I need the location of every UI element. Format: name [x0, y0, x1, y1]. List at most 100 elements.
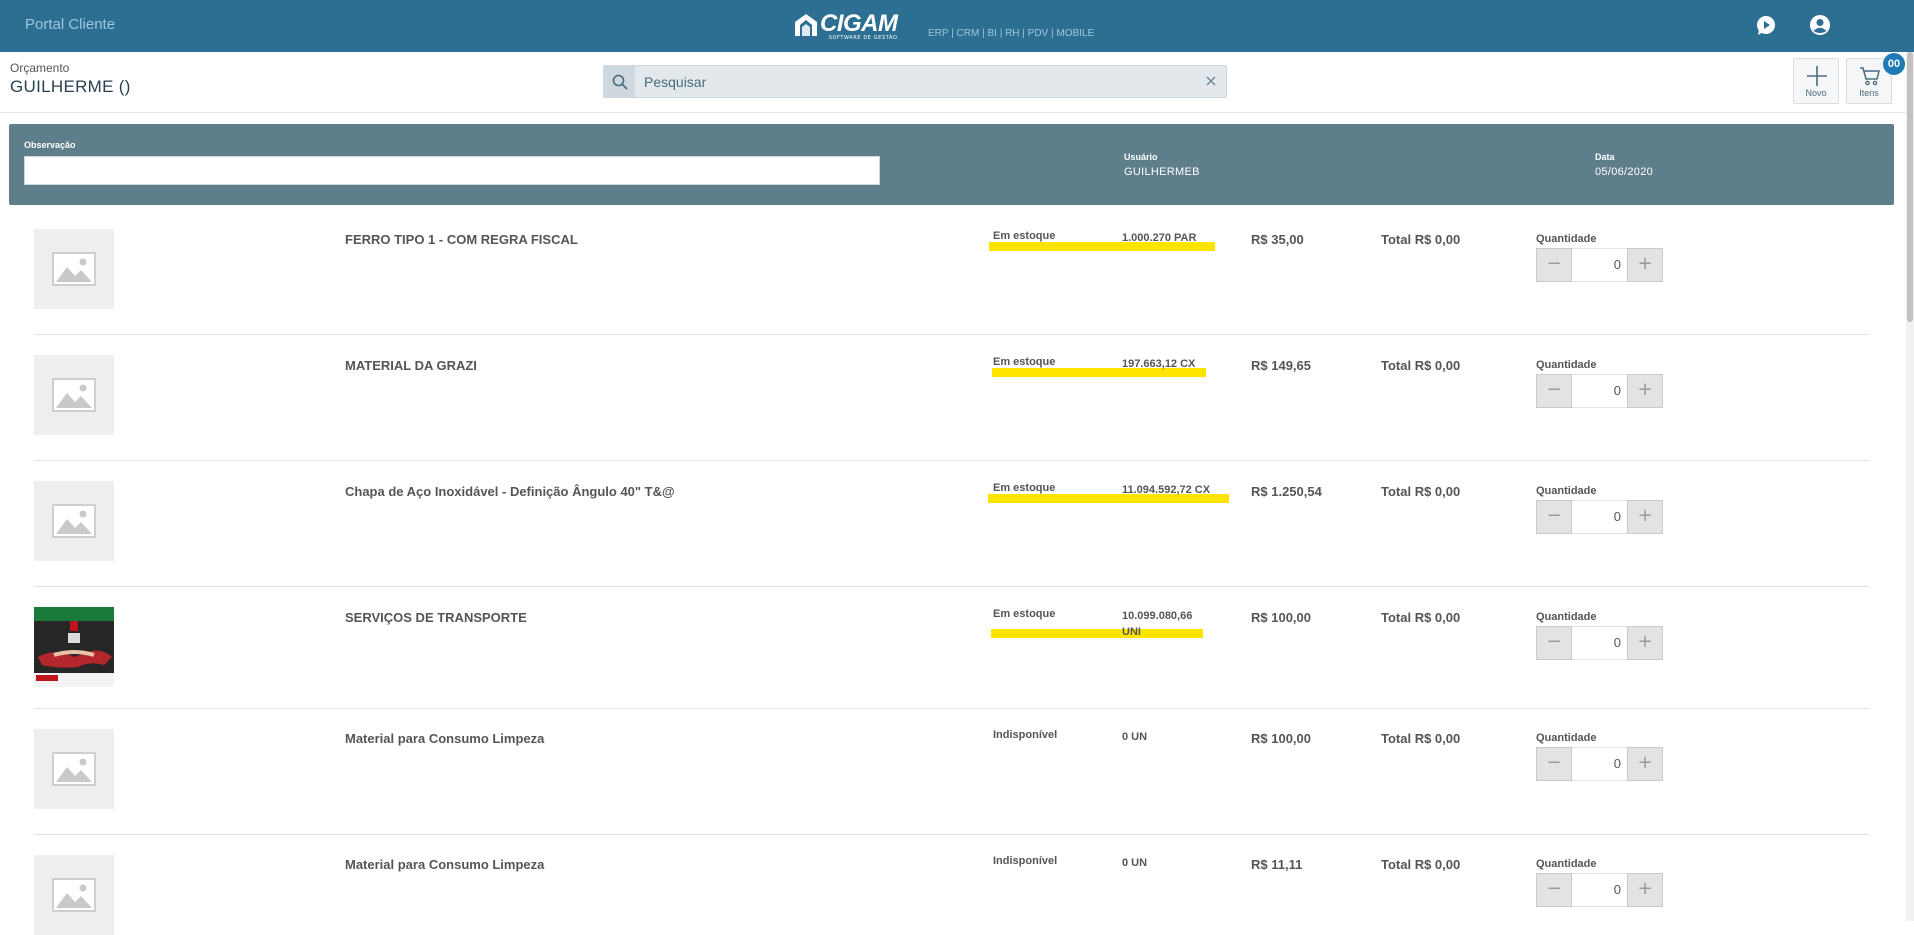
logo-mark-icon [795, 14, 817, 36]
usuario-label: Usuário [1124, 152, 1158, 162]
increase-button[interactable]: + [1627, 873, 1663, 907]
user-icon[interactable] [1809, 14, 1831, 36]
search-button[interactable] [604, 66, 635, 97]
scrollbar-thumb[interactable] [1907, 52, 1913, 322]
product-list: FERRO TIPO 1 - COM REGRA FISCAL Em estoq… [9, 218, 1894, 935]
decrease-button[interactable]: − [1536, 248, 1572, 282]
usuario-value: GUILHERMEB [1124, 166, 1200, 178]
quantity-value[interactable]: 0 [1572, 873, 1627, 907]
logo-word: CIGAM [820, 10, 898, 37]
stock-quantity: 0 UN [1122, 731, 1148, 743]
observacao-label: Observação [24, 140, 76, 150]
itens-label: Itens [1859, 88, 1879, 98]
stock-status: Em estoque [993, 230, 1056, 242]
product-row: FERRO TIPO 1 - COM REGRA FISCAL Em estoq… [34, 218, 1869, 335]
product-thumbnail[interactable] [34, 855, 114, 935]
increase-button[interactable]: + [1627, 374, 1663, 408]
product-row: Material para Consumo Limpeza Indisponív… [34, 834, 1869, 935]
portal-title[interactable]: Portal Cliente [25, 16, 115, 33]
order-info-panel: Observação Usuário GUILHERMEB Data 05/06… [9, 124, 1894, 205]
product-name[interactable]: FERRO TIPO 1 - COM REGRA FISCAL [345, 232, 578, 247]
plus-icon [1807, 66, 1827, 86]
product-row: Material para Consumo Limpeza Indisponív… [34, 708, 1869, 835]
product-photo[interactable] [34, 607, 114, 687]
product-total: Total R$ 0,00 [1381, 358, 1461, 373]
stock-quantity: 0 UN [1122, 857, 1148, 869]
quantity-label: Quantidade [1536, 233, 1597, 245]
transport-photo-icon [34, 607, 114, 687]
quantity-value[interactable]: 0 [1572, 747, 1627, 781]
quantity-value[interactable]: 0 [1572, 374, 1627, 408]
stock-status: Indisponível [993, 729, 1058, 741]
increase-button[interactable]: + [1627, 500, 1663, 534]
close-icon[interactable] [1204, 74, 1218, 88]
cigam-logo[interactable]: CIGAM SOFTWARE DE GESTÃO [795, 10, 898, 41]
decrease-button[interactable]: − [1536, 747, 1572, 781]
quantity-value[interactable]: 0 [1572, 626, 1627, 660]
product-thumbnail[interactable] [34, 481, 114, 561]
product-thumbnail[interactable] [34, 355, 114, 435]
product-thumbnail[interactable] [34, 229, 114, 309]
search-box [603, 65, 1227, 98]
novo-button[interactable]: Novo [1793, 58, 1839, 104]
quantity-label: Quantidade [1536, 611, 1597, 623]
page-header: Orçamento GUILHERME () Novo Itens [0, 52, 1914, 113]
image-placeholder-icon [52, 378, 96, 412]
observacao-input[interactable] [24, 156, 880, 185]
increase-button[interactable]: + [1627, 248, 1663, 282]
product-price: R$ 1.250,54 [1251, 484, 1322, 499]
search-input[interactable] [642, 71, 1186, 93]
product-name[interactable]: Chapa de Aço Inoxidável - Definição Ângu… [345, 484, 675, 499]
decrease-button[interactable]: − [1536, 500, 1572, 534]
quantity-stepper: − 0 + [1536, 374, 1663, 408]
product-row: MATERIAL DA GRAZI Em estoque 197.663,12 … [34, 334, 1869, 461]
image-placeholder-icon [52, 252, 96, 286]
logo-modules: ERP | CRM | BI | RH | PDV | MOBILE [928, 28, 1095, 39]
page-title: GUILHERME () [10, 77, 131, 96]
stock-quantity: 11.094.592,72 CX [1122, 484, 1211, 496]
stock-status: Indisponível [993, 855, 1058, 867]
product-price: R$ 11,11 [1251, 857, 1303, 872]
quantity-value[interactable]: 0 [1572, 500, 1627, 534]
quantity-label: Quantidade [1536, 732, 1597, 744]
product-name[interactable]: Material para Consumo Limpeza [345, 857, 544, 872]
novo-label: Novo [1805, 88, 1827, 98]
stock-quantity: 1.000.270 PAR [1122, 232, 1197, 244]
decrease-button[interactable]: − [1536, 626, 1572, 660]
page-scrollbar[interactable] [1906, 52, 1914, 921]
increase-button[interactable]: + [1627, 747, 1663, 781]
image-placeholder-icon [52, 878, 96, 912]
product-total: Total R$ 0,00 [1381, 731, 1461, 746]
data-label: Data [1595, 152, 1615, 162]
search-icon [612, 74, 628, 90]
product-price: R$ 100,00 [1251, 731, 1311, 746]
cart-count-badge: 00 [1883, 53, 1905, 75]
product-row: Chapa de Aço Inoxidável - Definição Ângu… [34, 460, 1869, 587]
logo-subtitle: SOFTWARE DE GESTÃO [828, 35, 898, 41]
product-thumbnail[interactable] [34, 729, 114, 809]
image-placeholder-icon [52, 752, 96, 786]
quantity-label: Quantidade [1536, 858, 1597, 870]
cart-icon [1860, 67, 1880, 86]
chat-icon[interactable] [1755, 14, 1777, 36]
product-name[interactable]: SERVIÇOS DE TRANSPORTE [345, 610, 527, 625]
quantity-label: Quantidade [1536, 485, 1597, 497]
product-total: Total R$ 0,00 [1381, 857, 1461, 872]
decrease-button[interactable]: − [1536, 873, 1572, 907]
increase-button[interactable]: + [1627, 626, 1663, 660]
product-total: Total R$ 0,00 [1381, 232, 1461, 247]
product-name[interactable]: MATERIAL DA GRAZI [345, 358, 477, 373]
data-value: 05/06/2020 [1595, 166, 1654, 178]
page-subtitle: Orçamento [10, 61, 70, 75]
quantity-value[interactable]: 0 [1572, 248, 1627, 282]
top-bar: Portal Cliente CIGAM SOFTWARE DE GESTÃO … [0, 0, 1914, 52]
product-price: R$ 149,65 [1251, 358, 1311, 373]
product-price: R$ 100,00 [1251, 610, 1311, 625]
stock-status: Em estoque [993, 482, 1056, 494]
stock-quantity: 197.663,12 CX [1122, 358, 1196, 370]
quantity-stepper: − 0 + [1536, 873, 1663, 907]
stock-quantity: 10.099.080,66 UNI [1122, 610, 1193, 638]
decrease-button[interactable]: − [1536, 374, 1572, 408]
product-name[interactable]: Material para Consumo Limpeza [345, 731, 544, 746]
product-price: R$ 35,00 [1251, 232, 1304, 247]
